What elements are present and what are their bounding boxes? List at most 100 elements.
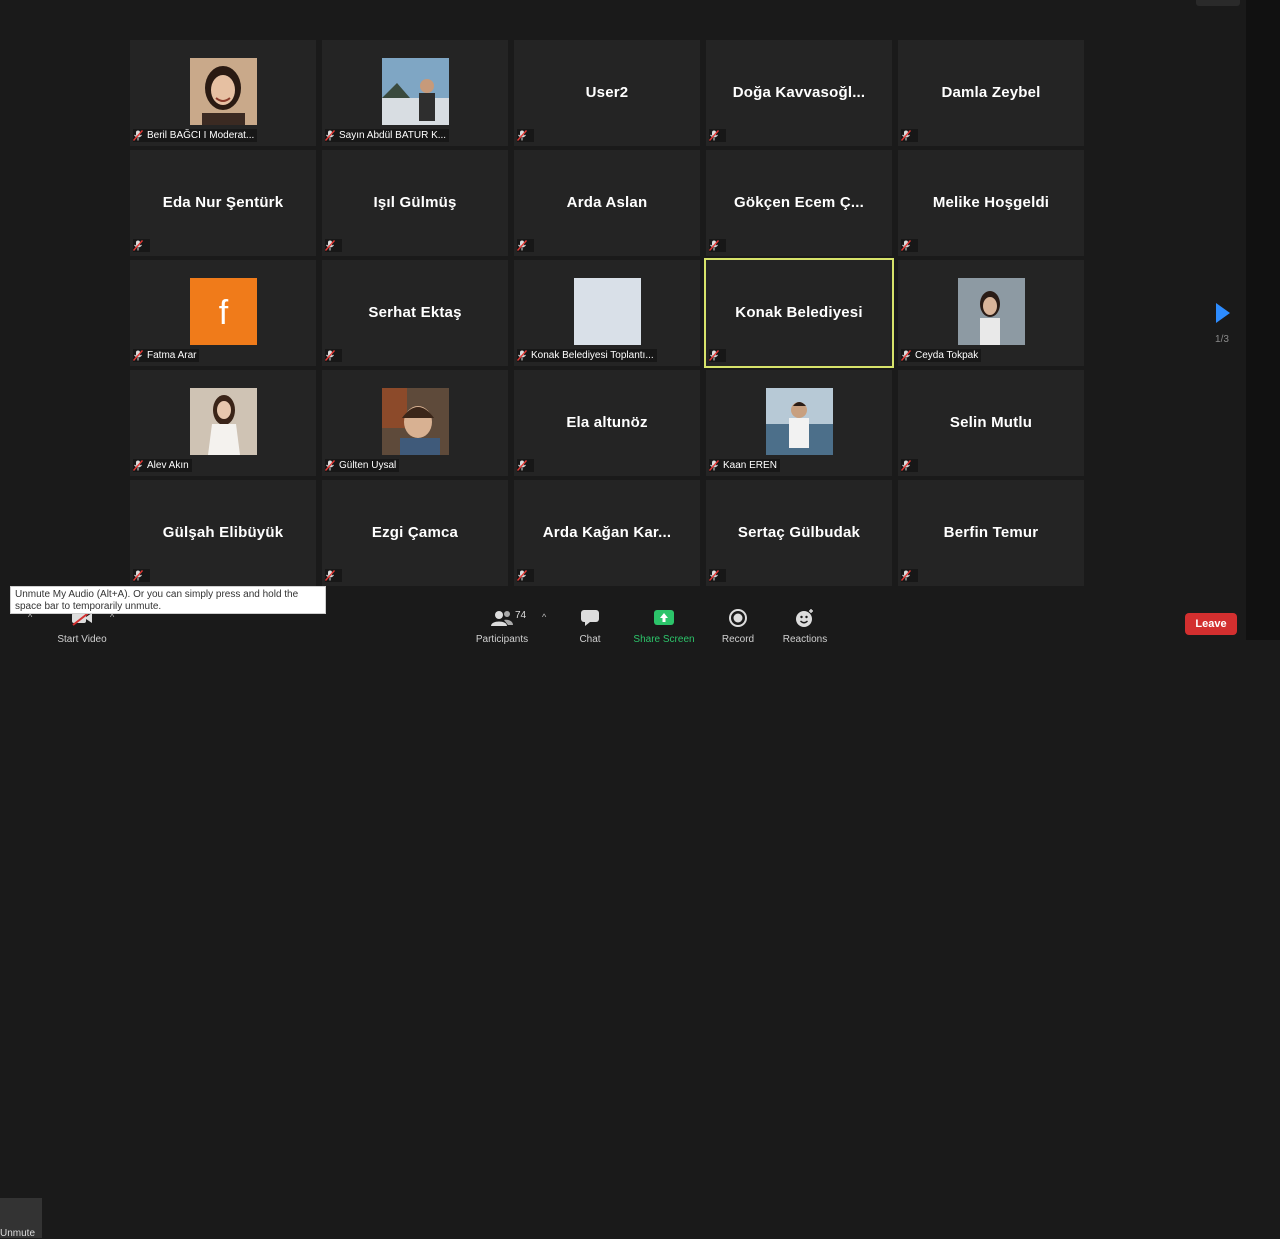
participant-display-name: Işıl Gülmüş: [373, 194, 457, 211]
participant-display-name: Berfin Temur: [943, 524, 1039, 541]
participant-name: Kaan EREN: [723, 460, 777, 471]
mic-muted-icon: [325, 240, 335, 251]
participant-display-name: Arda Kağan Kar...: [542, 524, 672, 541]
mic-muted-icon: [709, 570, 719, 581]
participants-options-caret-icon[interactable]: ^: [542, 612, 546, 622]
mic-muted-icon: [517, 460, 527, 471]
participant-display-name: Ela altunöz: [566, 414, 648, 431]
participant-tile[interactable]: Ezgi Çamca: [322, 480, 508, 586]
participant-name-label: [325, 239, 342, 252]
participant-tile[interactable]: Melike Hoşgeldi: [898, 150, 1084, 256]
reactions-icon: [767, 608, 843, 628]
participant-tile[interactable]: Konak Belediyesi Toplantı...: [514, 260, 700, 366]
mic-muted-icon: [517, 350, 527, 361]
record-button[interactable]: Record: [700, 608, 776, 645]
participant-name-label: [901, 239, 918, 252]
mic-muted-icon: [901, 350, 911, 361]
mic-muted-icon: [325, 130, 335, 141]
share-screen-icon: [626, 608, 702, 628]
participant-tile[interactable]: Eda Nur Şentürk: [130, 150, 316, 256]
participant-name-label: Beril BAĞCI I Moderat...: [133, 129, 258, 142]
participant-tile[interactable]: Beril BAĞCI I Moderat...: [130, 40, 316, 146]
participant-name-label: [709, 129, 726, 142]
participant-name-label: [517, 459, 534, 472]
participant-avatar: [190, 58, 257, 125]
participant-display-name: Eda Nur Şentürk: [162, 194, 284, 211]
reactions-button[interactable]: Reactions: [767, 608, 843, 645]
participant-name-label: [709, 569, 726, 582]
next-page-arrow-icon[interactable]: [1214, 302, 1232, 324]
unmute-label: Unmute: [0, 1228, 36, 1239]
participants-button[interactable]: Participants: [464, 608, 540, 645]
participant-tile[interactable]: Serhat Ektaş: [322, 260, 508, 366]
participant-tile[interactable]: Doğa Kavvasoğl...: [706, 40, 892, 146]
mic-muted-icon: [325, 460, 335, 471]
participant-tile[interactable]: Arda Aslan: [514, 150, 700, 256]
participant-name-label: [517, 129, 534, 142]
participant-tile[interactable]: Sayın Abdül BATUR K...: [322, 40, 508, 146]
mic-muted-icon: [517, 240, 527, 251]
participant-display-name: User2: [585, 84, 629, 101]
participant-display-name: Gökçen Ecem Ç...: [734, 194, 864, 211]
participant-name-label: Konak Belediyesi Toplantı...: [517, 349, 657, 362]
participant-avatar: [382, 388, 449, 455]
participant-tile[interactable]: Berfin Temur: [898, 480, 1084, 586]
participants-count: 74: [515, 610, 527, 621]
mic-muted-icon: [133, 240, 143, 251]
participant-avatar: f: [190, 278, 257, 345]
participant-tile[interactable]: Gülşah Elibüyük: [130, 480, 316, 586]
mic-muted-icon: [133, 570, 143, 581]
share-screen-button[interactable]: Share Screen: [626, 608, 702, 645]
participant-name-label: Ceyda Tokpak: [901, 349, 982, 362]
participant-display-name: Ezgi Çamca: [371, 524, 459, 541]
leave-button[interactable]: Leave: [1185, 613, 1237, 635]
participant-name: Fatma Arar: [147, 350, 197, 361]
mic-muted-icon: [133, 460, 143, 471]
participant-tile[interactable]: Işıl Gülmüş: [322, 150, 508, 256]
participant-tile[interactable]: Gökçen Ecem Ç...: [706, 150, 892, 256]
participant-tile[interactable]: Sertaç Gülbudak: [706, 480, 892, 586]
mic-muted-icon: [133, 130, 143, 141]
mic-muted-icon: [517, 130, 527, 141]
participant-name-label: Kaan EREN: [709, 459, 780, 472]
participant-name-label: [325, 569, 342, 582]
participant-display-name: Arda Aslan: [566, 194, 648, 211]
participant-tile[interactable]: Damla Zeybel: [898, 40, 1084, 146]
participant-name: Konak Belediyesi Toplantı...: [531, 350, 654, 361]
participant-name: Sayın Abdül BATUR K...: [339, 130, 447, 141]
participant-name-label: [901, 569, 918, 582]
participant-tile[interactable]: Alev Akın: [130, 370, 316, 476]
mic-muted-icon: [709, 130, 719, 141]
unmute-button[interactable]: Unmute: [0, 1198, 42, 1239]
participant-tile[interactable]: Ela altunöz: [514, 370, 700, 476]
participant-name-label: [133, 569, 150, 582]
chat-bubble-icon: [552, 608, 628, 628]
mic-muted-icon: [325, 350, 335, 361]
participant-name-label: [901, 459, 918, 472]
participant-name-label: [517, 569, 534, 582]
mic-muted-icon: [517, 570, 527, 581]
participant-name-label: Gülten Uysal: [325, 459, 400, 472]
participant-name-label: [901, 129, 918, 142]
mic-muted-icon: [709, 350, 719, 361]
participant-tile[interactable]: User2: [514, 40, 700, 146]
participant-tile[interactable]: Kaan EREN: [706, 370, 892, 476]
mic-muted-icon: [901, 240, 911, 251]
participant-display-name: Konak Belediyesi: [735, 304, 863, 321]
participant-name: Ceyda Tokpak: [915, 350, 979, 361]
chat-button[interactable]: Chat: [552, 608, 628, 645]
top-bar-tab[interactable]: [1196, 0, 1240, 6]
mic-muted-icon: [901, 130, 911, 141]
participant-avatar: [574, 278, 641, 345]
participant-display-name: Gülşah Elibüyük: [162, 524, 284, 541]
participant-tile[interactable]: Gülten Uysal: [322, 370, 508, 476]
participant-grid: Beril BAĞCI I Moderat... Sayın Abdül BATU…: [130, 40, 1086, 586]
participant-display-name: Melike Hoşgeldi: [932, 194, 1050, 211]
participant-name-label: [709, 239, 726, 252]
record-icon: [700, 608, 776, 628]
participant-tile[interactable]: Arda Kağan Kar...: [514, 480, 700, 586]
participant-tile[interactable]: Ceyda Tokpak: [898, 260, 1084, 366]
participant-tile[interactable]: f Fatma Arar: [130, 260, 316, 366]
participant-tile[interactable]: Selin Mutlu: [898, 370, 1084, 476]
participant-tile[interactable]: Konak Belediyesi: [704, 258, 894, 368]
